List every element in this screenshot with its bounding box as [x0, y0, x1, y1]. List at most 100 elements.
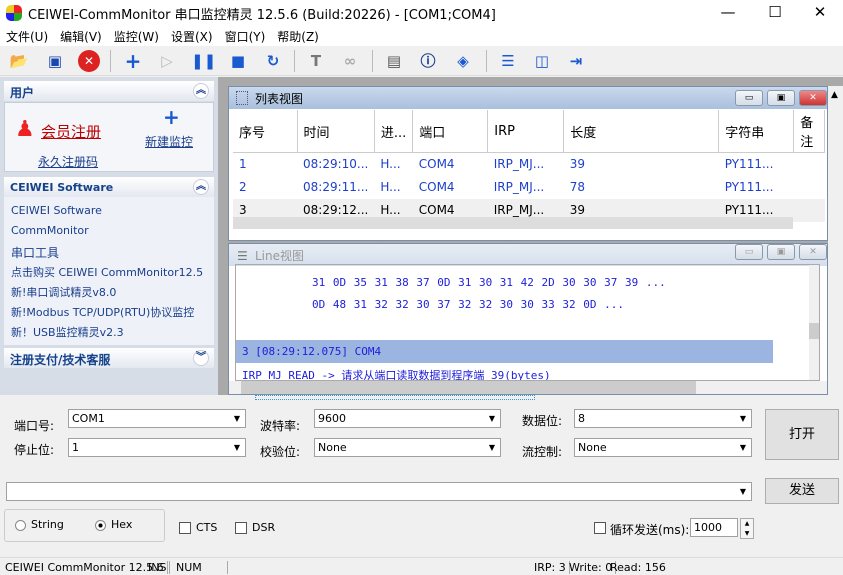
split-vertical-icon[interactable]: ◫ — [531, 50, 553, 72]
panel-title: 用户 — [10, 86, 35, 100]
send-button[interactable]: 发送 — [765, 478, 839, 504]
table-row[interactable]: 1 08:29:10... H... COM4 IRP_MJ... 39 PY111... — [233, 153, 825, 176]
close-button[interactable]: ✕ — [799, 90, 827, 106]
minimize-button[interactable]: — — [705, 0, 751, 25]
parity-select[interactable]: None ▼ — [314, 438, 501, 457]
hammer-icon[interactable]: T — [305, 50, 327, 72]
restore-button[interactable]: ▣ — [767, 244, 795, 260]
table-row[interactable]: 2 08:29:11... H... COM4 IRP_MJ... 78 PY111... — [233, 176, 825, 199]
close-red-icon[interactable]: ✕ — [78, 50, 100, 72]
close-button[interactable]: ✕ — [799, 244, 827, 260]
table-cell — [794, 199, 825, 222]
add-monitor-icon[interactable]: + — [163, 105, 180, 129]
flow-select[interactable]: None ▼ — [574, 438, 752, 457]
open-button[interactable]: 打开 — [765, 409, 839, 460]
software-panel-header[interactable]: CEIWEI Software ︽ — [4, 177, 214, 197]
splitter[interactable] — [255, 395, 535, 400]
device-icon[interactable]: ▤ — [383, 50, 405, 72]
menu-edit[interactable]: 编辑(V) — [54, 25, 108, 45]
table-header: 序号 时间 进... 端口 IRP 长度 字符串 备注 — [233, 110, 825, 153]
send-input[interactable]: ▼ — [6, 482, 752, 501]
link-serial-debug[interactable]: 新!串口调试精灵v8.0 — [11, 284, 116, 300]
irp-line: IRP_MJ_READ -> 请求从端口读取数据到程序端 39(bytes) — [242, 369, 551, 381]
col-note[interactable]: 备注 — [793, 110, 825, 153]
table-cell: H... — [380, 157, 401, 172]
add-icon[interactable]: + — [122, 50, 144, 72]
loop-send-checkbox[interactable] — [594, 522, 606, 534]
menu-settings[interactable]: 设置(X) — [165, 25, 219, 45]
horizontal-scrollbar[interactable] — [229, 381, 827, 394]
status-read: Read: 156 — [610, 561, 666, 574]
minimize-button[interactable]: ▭ — [735, 90, 763, 106]
forever-code-link[interactable]: 永久注册码 — [38, 153, 98, 170]
expand-icon[interactable]: ︾ — [193, 350, 209, 366]
vertical-scrollbar[interactable] — [809, 265, 819, 380]
col-length[interactable]: 长度 — [563, 110, 720, 153]
col-process[interactable]: 进... — [374, 110, 414, 153]
save-icon[interactable]: ▣ — [44, 50, 66, 72]
baud-select[interactable]: 9600 ▼ — [314, 409, 501, 428]
support-panel-header[interactable]: 注册支付/技术客服 ︾ — [4, 348, 214, 368]
open-icon[interactable]: 📂 — [8, 50, 30, 72]
string-label: String — [31, 518, 64, 531]
restore-button[interactable]: ▣ — [767, 90, 795, 106]
play-icon[interactable]: ▷ — [156, 50, 178, 72]
register-link[interactable]: 会员注册 — [41, 121, 101, 142]
menu-file[interactable]: 文件(U) — [0, 25, 54, 45]
link-buy[interactable]: 点击购买 CEIWEI CommMonitor12.5 — [11, 264, 203, 280]
parity-label: 校验位: — [260, 445, 301, 459]
close-button[interactable]: ✕ — [797, 0, 843, 25]
menu-window[interactable]: 窗口(Y) — [219, 25, 272, 45]
dsr-checkbox[interactable] — [235, 522, 247, 534]
stop-bits-select[interactable]: 1 ▼ — [68, 438, 246, 457]
loop-interval-input[interactable]: 1000 — [690, 518, 738, 537]
mdi-vertical-scrollbar[interactable]: ▲ — [828, 86, 843, 395]
select-value: 8 — [578, 412, 585, 425]
menu-monitor[interactable]: 监控(W) — [108, 25, 165, 45]
minimize-button[interactable]: ▭ — [735, 244, 763, 260]
table-cell: COM4 — [418, 157, 455, 172]
status-irp: IRP: 3 — [531, 561, 570, 574]
col-string[interactable]: 字符串 — [718, 110, 795, 153]
link-serial-tools[interactable]: 串口工具 — [11, 244, 59, 261]
menu-help[interactable]: 帮助(Z) — [271, 25, 325, 45]
string-radio[interactable] — [15, 520, 26, 531]
port-select[interactable]: COM1 ▼ — [68, 409, 246, 428]
new-monitor-link[interactable]: 新建监控 — [145, 133, 193, 150]
exit-icon[interactable]: ⇥ — [565, 50, 587, 72]
link-commmonitor[interactable]: CommMonitor — [11, 224, 89, 237]
line-view-window: ☰ Line视图 ▭ ▣ ✕ 31 0D 35 31 38 37 0D 31 3… — [228, 243, 828, 395]
stop-icon[interactable]: ■ — [227, 50, 249, 72]
col-time[interactable]: 时间 — [297, 110, 375, 153]
col-port[interactable]: 端口 — [412, 110, 489, 153]
col-irp[interactable]: IRP — [487, 110, 565, 153]
pause-icon[interactable]: ❚❚ — [191, 50, 216, 72]
table-cell: 1 — [239, 157, 247, 172]
line-view-titlebar: ☰ Line视图 ▭ ▣ ✕ — [229, 244, 827, 266]
collapse-icon[interactable]: ︽ — [193, 83, 209, 99]
config-panel: 端口号: COM1 ▼ 波特率: 9600 ▼ 数据位: 8 ▼ 停止位: 1 ▼ 校验… — [0, 395, 843, 557]
interval-spinner[interactable]: ▲ ▼ — [740, 518, 754, 539]
split-horizontal-icon[interactable]: ☰ — [497, 50, 519, 72]
hex-line: 0D 48 31 32 32 30 37 32 32 30 30 33 32 0… — [312, 298, 625, 311]
cts-checkbox[interactable] — [179, 522, 191, 534]
dropdown-icon: ▼ — [233, 414, 241, 423]
link-usb[interactable]: 新！USB监控精灵v2.3 — [11, 324, 124, 340]
user-panel-header[interactable]: 用户 ︽ — [4, 81, 214, 101]
table-cell: 08:29:11... — [303, 180, 369, 194]
book-icon[interactable]: ◈ — [452, 50, 474, 72]
horizontal-scrollbar[interactable] — [233, 217, 793, 229]
hex-radio[interactable] — [95, 520, 106, 531]
binoculars-icon[interactable]: ∞ — [339, 50, 361, 72]
data-bits-select[interactable]: 8 ▼ — [574, 409, 752, 428]
col-index[interactable]: 序号 — [233, 110, 298, 153]
link-ceiwei-software[interactable]: CEIWEI Software — [11, 204, 102, 217]
table-cell: 39 — [569, 157, 586, 172]
refresh-icon[interactable]: ↻ — [262, 50, 284, 72]
info-icon[interactable]: ⓘ — [417, 50, 439, 72]
menu-bar: 文件(U) 编辑(V) 监控(W) 设置(X) 窗口(Y) 帮助(Z) — [0, 25, 843, 46]
collapse-icon[interactable]: ︽ — [193, 179, 209, 195]
maximize-button[interactable]: ☐ — [752, 0, 798, 25]
link-modbus[interactable]: 新!Modbus TCP/UDP(RTU)协议监控 — [11, 304, 194, 320]
selected-entry[interactable]: 3 [08:29:12.075] COM4 — [236, 340, 773, 363]
